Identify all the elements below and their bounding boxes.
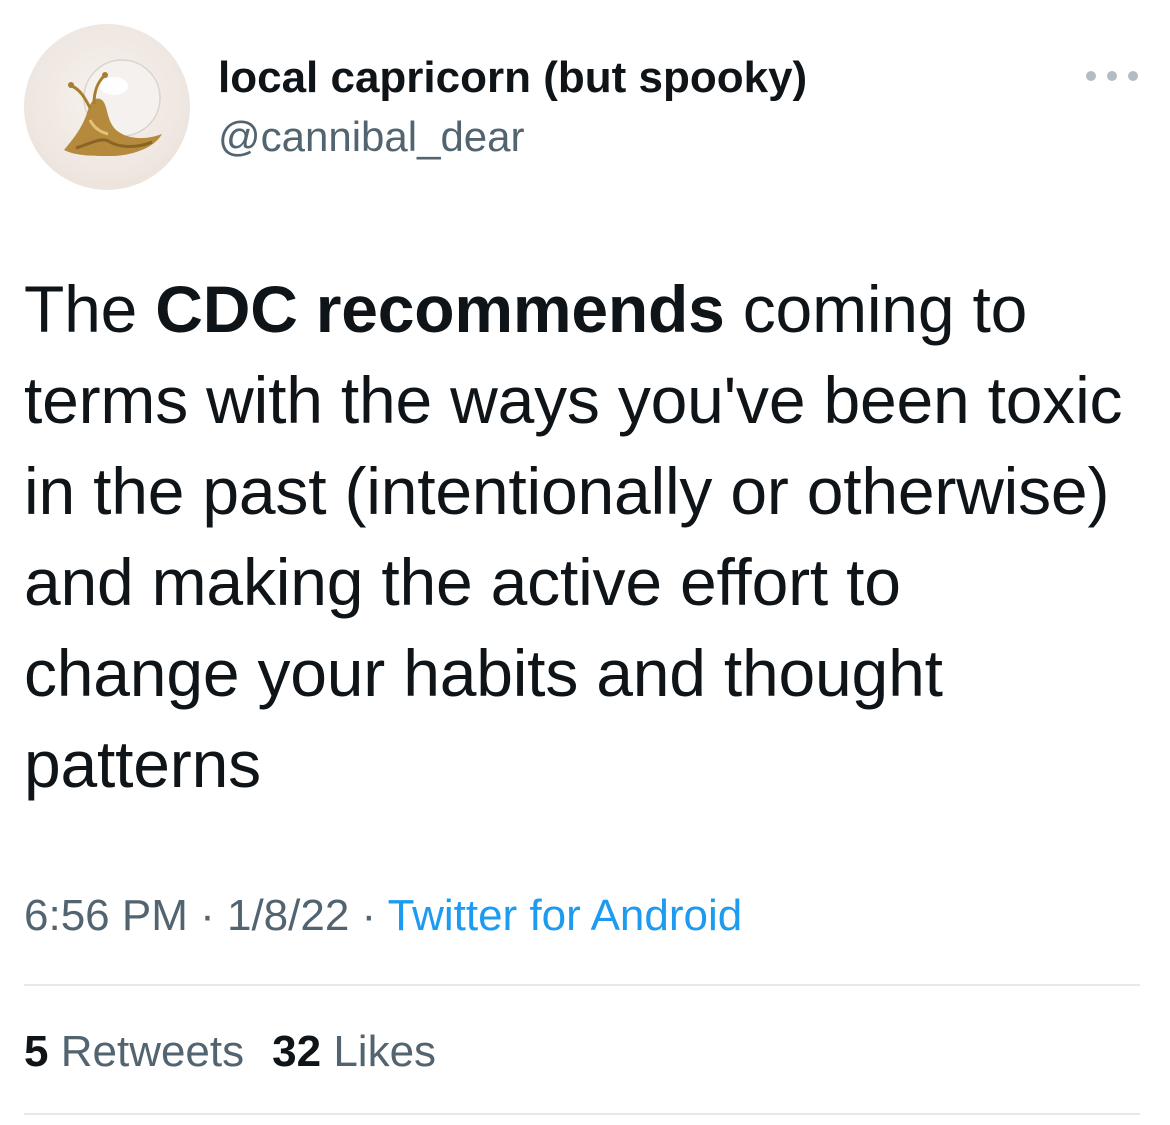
avatar[interactable] (24, 24, 190, 190)
tweet-meta: 6:56 PM · 1/8/22 · Twitter for Android (24, 888, 742, 944)
likes-stat[interactable]: 32 Likes (272, 1027, 436, 1076)
retweets-stat[interactable]: 5 Retweets (24, 1027, 244, 1076)
meta-separator: · (187, 891, 227, 940)
retweets-label: Retweets (60, 1027, 245, 1076)
likes-count: 32 (272, 1027, 322, 1076)
tweet-text: The CDC recommends coming to terms with … (24, 264, 1134, 810)
tweet-text-part1: The (24, 272, 156, 346)
tweet-date[interactable]: 1/8/22 (227, 891, 349, 940)
tweet-text-part2: coming to terms with the ways you've bee… (24, 272, 1123, 801)
divider (24, 1113, 1140, 1115)
meta-separator: · (349, 891, 388, 940)
tweet-time[interactable]: 6:56 PM (24, 891, 188, 940)
user-handle[interactable]: @cannibal_dear (218, 112, 525, 162)
more-dot-icon (1086, 71, 1096, 81)
tweet-card: local capricorn (but spooky) @cannibal_d… (0, 0, 1170, 1125)
retweets-count: 5 (24, 1027, 49, 1076)
display-name[interactable]: local capricorn (but spooky) (218, 52, 807, 104)
tweet-text-bold: CDC recommends (155, 272, 725, 346)
tweet-source-link[interactable]: Twitter for Android (388, 891, 743, 940)
snail-figurine-icon (64, 59, 162, 156)
more-dot-icon (1107, 71, 1117, 81)
likes-label: Likes (333, 1027, 437, 1076)
more-options-button[interactable] (1086, 62, 1138, 90)
more-dot-icon (1128, 71, 1138, 81)
engagement-stats: 5 Retweets 32 Likes (24, 1024, 436, 1080)
divider (24, 984, 1140, 986)
